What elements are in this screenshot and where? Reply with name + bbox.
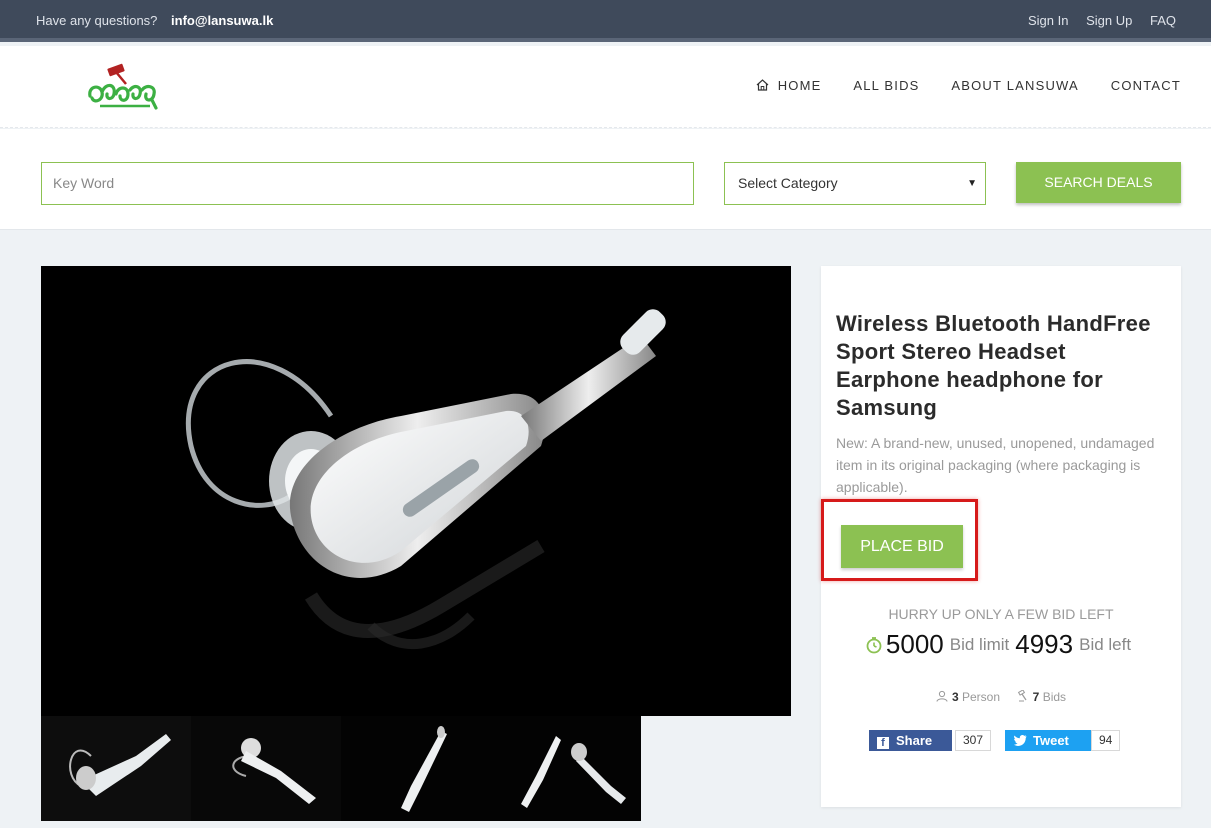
- share-count: 307: [955, 730, 992, 751]
- account-links: Sign In Sign Up FAQ: [1014, 13, 1176, 28]
- product-description: New: A brand-new, unused, unopened, unda…: [836, 435, 1155, 495]
- lansuwa-logo[interactable]: [86, 60, 162, 112]
- person-count: 3: [951, 690, 959, 704]
- thumbnail-4[interactable]: [491, 716, 641, 821]
- thumbnail-strip: [41, 716, 641, 821]
- bid-limit-value: 5000: [885, 629, 944, 659]
- timer-icon: [866, 636, 882, 653]
- bid-stats: 3 Person 7 Bids: [821, 690, 1181, 704]
- search-deals-button[interactable]: SEARCH DEALS: [1016, 162, 1181, 203]
- twitter-icon: [1013, 735, 1027, 746]
- category-select[interactable]: Select Category ▼: [724, 162, 986, 205]
- nav-home[interactable]: HOME: [756, 78, 822, 93]
- bid-left-value: 4993: [1015, 629, 1074, 659]
- keyword-input[interactable]: Key Word: [41, 162, 694, 205]
- place-bid-button[interactable]: PLACE BID: [841, 525, 963, 568]
- share-label: Share: [896, 733, 933, 748]
- nav-home-label: HOME: [777, 78, 822, 93]
- product-title: Wireless Bluetooth HandFree Sport Stereo…: [836, 311, 1151, 420]
- facebook-share-button[interactable]: f Share: [869, 730, 952, 751]
- email-link[interactable]: info@lansuwa.lk: [171, 13, 273, 28]
- contact-info: Have any questions? info@lansuwa.lk: [36, 13, 273, 28]
- bid-limit-label: Bid limit: [949, 634, 1010, 654]
- tweet-count: 94: [1091, 730, 1121, 751]
- thumbnail-3[interactable]: [341, 716, 491, 821]
- sign-in-link[interactable]: Sign In: [1028, 13, 1068, 28]
- main-nav: HOME ALL BIDS ABOUT LANSUWA CONTACT: [729, 78, 1181, 93]
- person-icon: [936, 690, 948, 702]
- bid-limits: 5000 Bid limit 4993 Bid left: [821, 629, 1181, 660]
- thumbnail-2[interactable]: [191, 716, 341, 821]
- twitter-tweet-button[interactable]: Tweet: [1005, 730, 1091, 751]
- hurry-text: HURRY UP ONLY A FEW BID LEFT: [888, 606, 1114, 622]
- category-value: Select Category: [738, 175, 838, 191]
- gavel-icon: [1017, 690, 1027, 702]
- dropdown-arrow-icon: ▼: [967, 178, 977, 189]
- nav-all-bids[interactable]: ALL BIDS: [853, 78, 919, 93]
- site-header: HOME ALL BIDS ABOUT LANSUWA CONTACT: [0, 46, 1211, 128]
- top-bar: Have any questions? info@lansuwa.lk Sign…: [0, 0, 1211, 42]
- search-band: Key Word Select Category ▼ SEARCH DEALS: [0, 129, 1211, 230]
- nav-about[interactable]: ABOUT LANSUWA: [951, 78, 1079, 93]
- faq-link[interactable]: FAQ: [1150, 13, 1176, 28]
- tweet-label: Tweet: [1033, 733, 1069, 748]
- bids-label: Bids: [1042, 690, 1067, 704]
- sign-up-link[interactable]: Sign Up: [1086, 13, 1132, 28]
- bids-count: 7: [1032, 690, 1040, 704]
- question-text: Have any questions?: [36, 13, 158, 28]
- person-label: Person: [961, 690, 1000, 704]
- social-share: f Share 307 Tweet 94: [869, 730, 1149, 752]
- bid-left-label: Bid left: [1079, 634, 1132, 654]
- nav-contact[interactable]: CONTACT: [1111, 78, 1181, 93]
- product-info-card: Wireless Bluetooth HandFree Sport Stereo…: [821, 266, 1181, 807]
- facebook-icon: f: [877, 737, 889, 749]
- home-icon: [756, 79, 769, 91]
- product-main-image[interactable]: [41, 266, 791, 716]
- thumbnail-1[interactable]: [41, 716, 191, 821]
